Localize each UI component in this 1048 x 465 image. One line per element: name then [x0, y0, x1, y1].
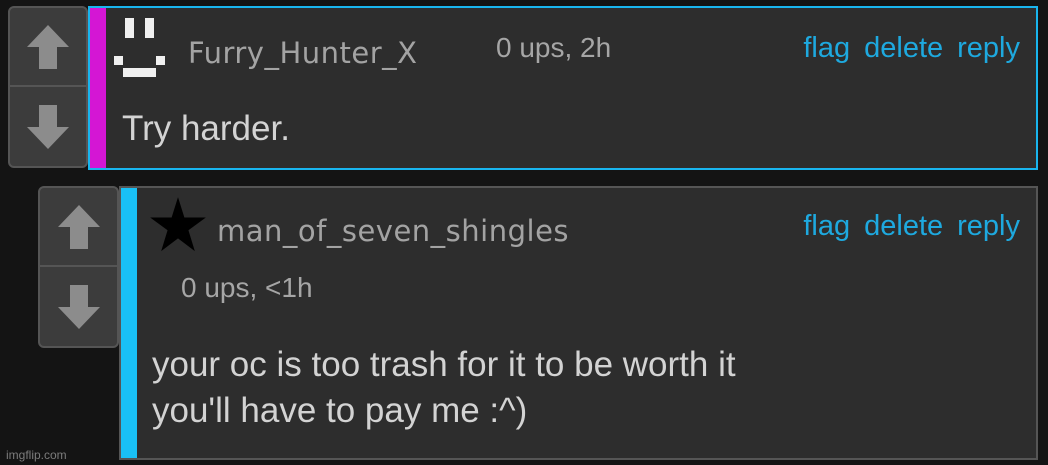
- comment-actions: flag delete reply: [803, 32, 1020, 65]
- up-arrow-icon: [27, 24, 69, 69]
- down-arrow-icon: [57, 284, 100, 329]
- comment-text-line: you'll have to pay me :^): [152, 391, 528, 430]
- comment-meta: 0 ups, 2h: [496, 32, 612, 63]
- comment-actions: flag delete reply: [803, 210, 1020, 243]
- vote-box: [38, 186, 119, 348]
- star-icon: [150, 197, 206, 252]
- flag-link[interactable]: flag: [803, 32, 850, 65]
- comment-username[interactable]: Furry_Hunter_X: [188, 36, 418, 70]
- comment-stripe: [121, 188, 137, 458]
- upvote-button[interactable]: [10, 8, 86, 87]
- delete-link[interactable]: delete: [864, 210, 943, 243]
- upvote-button[interactable]: [40, 188, 117, 267]
- downvote-button[interactable]: [40, 267, 117, 346]
- comment-stripe: [90, 8, 106, 168]
- delete-link[interactable]: delete: [864, 32, 943, 65]
- comment-text-line: Try harder.: [122, 109, 290, 148]
- comment-meta: 0 ups, <1h: [181, 272, 313, 303]
- comment-text: Try harder.: [122, 106, 290, 152]
- reply-link[interactable]: reply: [957, 32, 1020, 65]
- flag-link[interactable]: flag: [803, 210, 850, 243]
- down-arrow-icon: [27, 104, 69, 149]
- reply-link[interactable]: reply: [957, 210, 1020, 243]
- comment-text-line: your oc is too trash for it to be worth …: [152, 345, 736, 384]
- vote-box: [8, 6, 88, 168]
- comment-text: your oc is too trash for it to be worth …: [152, 342, 736, 434]
- watermark: imgflip.com: [6, 448, 67, 462]
- comment-card: Furry_Hunter_X 0 ups, 2h flag delete rep…: [88, 6, 1038, 170]
- pixel-face-icon: [114, 18, 165, 77]
- up-arrow-icon: [57, 204, 100, 249]
- comment-username[interactable]: man_of_seven_shingles: [217, 214, 569, 248]
- downvote-button[interactable]: [10, 87, 86, 166]
- reply-card: man_of_seven_shingles flag delete reply …: [119, 186, 1038, 460]
